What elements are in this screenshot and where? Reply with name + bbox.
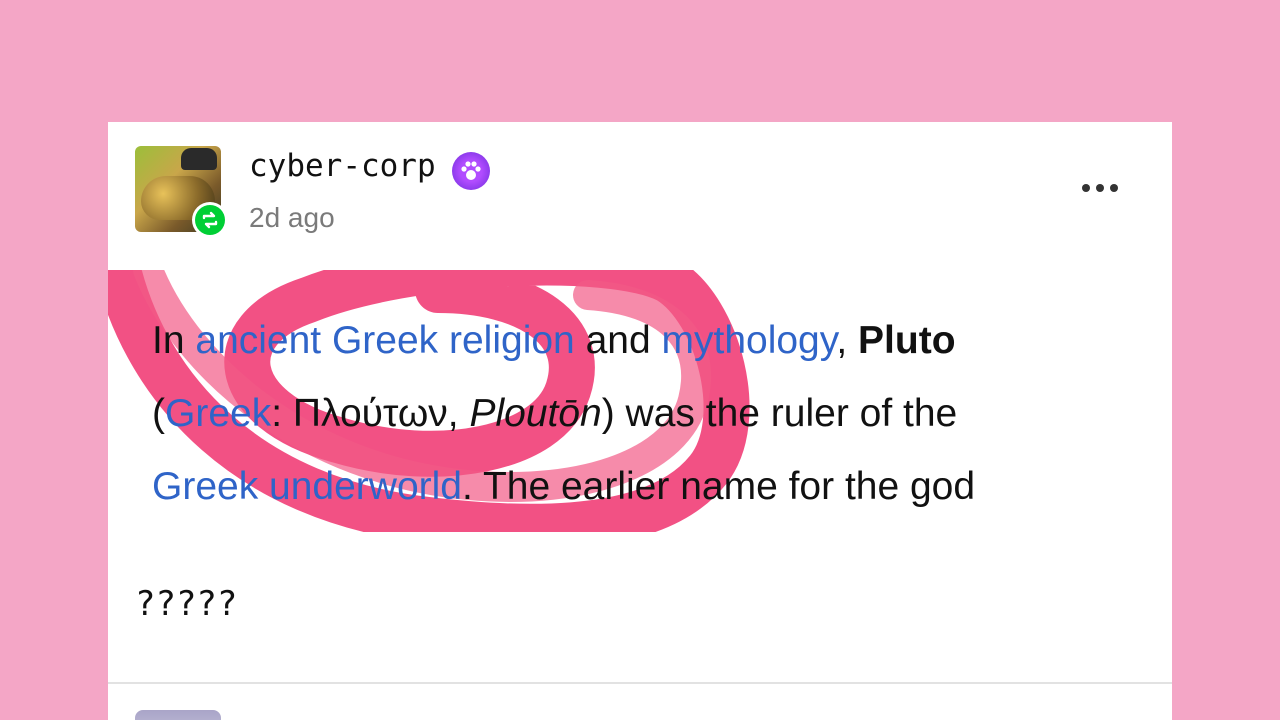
post-image[interactable]: In ancient Greek religion and mythology,… [108,270,1172,532]
reblog-icon [192,202,228,238]
next-post-avatar[interactable] [135,710,221,720]
more-options-icon[interactable] [1068,172,1132,204]
post-card: cyber-corp 2d ago In ancient Greek relig… [108,122,1172,720]
username-link[interactable]: cyber-corp [249,148,436,184]
excerpt-text: : Πλούτων, [271,392,470,435]
excerpt-text: ) was the ruler of the [601,392,958,435]
post-timestamp[interactable]: 2d ago [249,202,335,234]
link-greek[interactable]: Greek [165,392,271,435]
paw-badge-icon[interactable] [452,152,490,190]
excerpt-text: In [152,319,196,362]
excerpt-text: . The earlier name for the god [461,465,976,508]
excerpt-text: and [574,319,662,362]
post-caption: ????? [135,584,238,624]
link-ancient-greek-religion[interactable]: ancient Greek religion [195,319,574,362]
link-mythology[interactable]: mythology [662,319,837,362]
excerpt-text: ( [152,392,165,435]
excerpt-italic-plouton: Ploutōn [469,392,602,435]
link-greek-underworld[interactable]: Greek underworld [152,465,462,508]
wiki-excerpt: In ancient Greek religion and mythology,… [152,304,1152,523]
excerpt-text: , [836,319,859,362]
post-divider [108,682,1172,684]
excerpt-bold-pluto: Pluto [858,319,956,362]
avatar-goggles [181,148,217,170]
